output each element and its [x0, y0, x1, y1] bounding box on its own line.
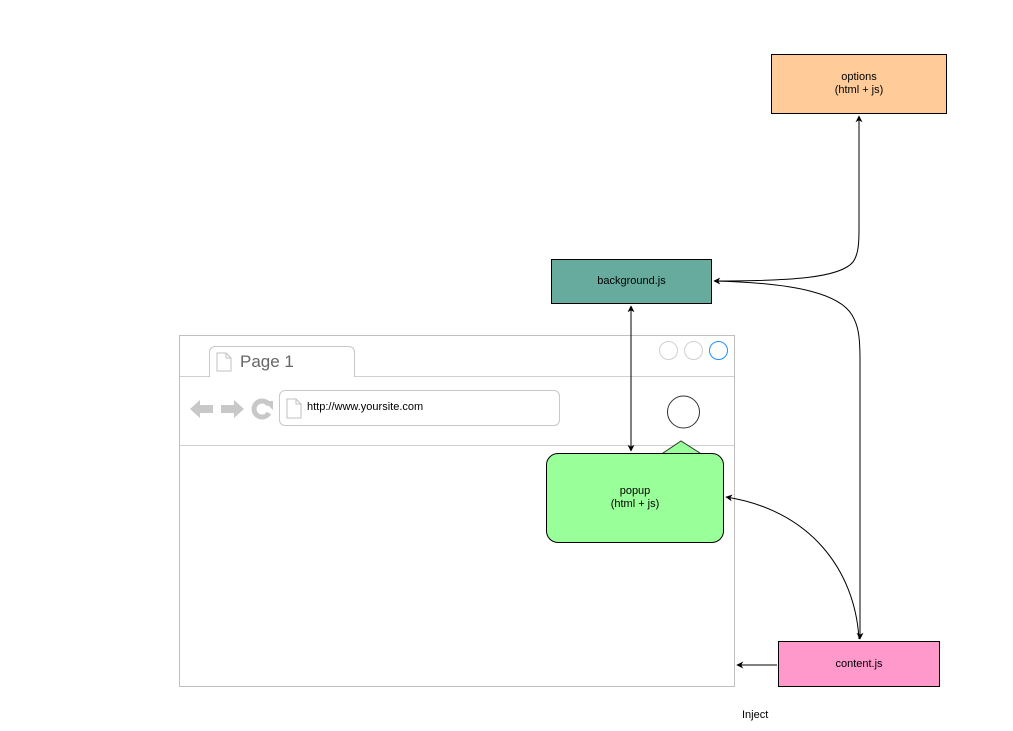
edge-content-popup [725, 494, 860, 640]
edge-background-options [713, 115, 863, 285]
edge-background-content [713, 280, 864, 640]
connectors [627, 115, 864, 669]
